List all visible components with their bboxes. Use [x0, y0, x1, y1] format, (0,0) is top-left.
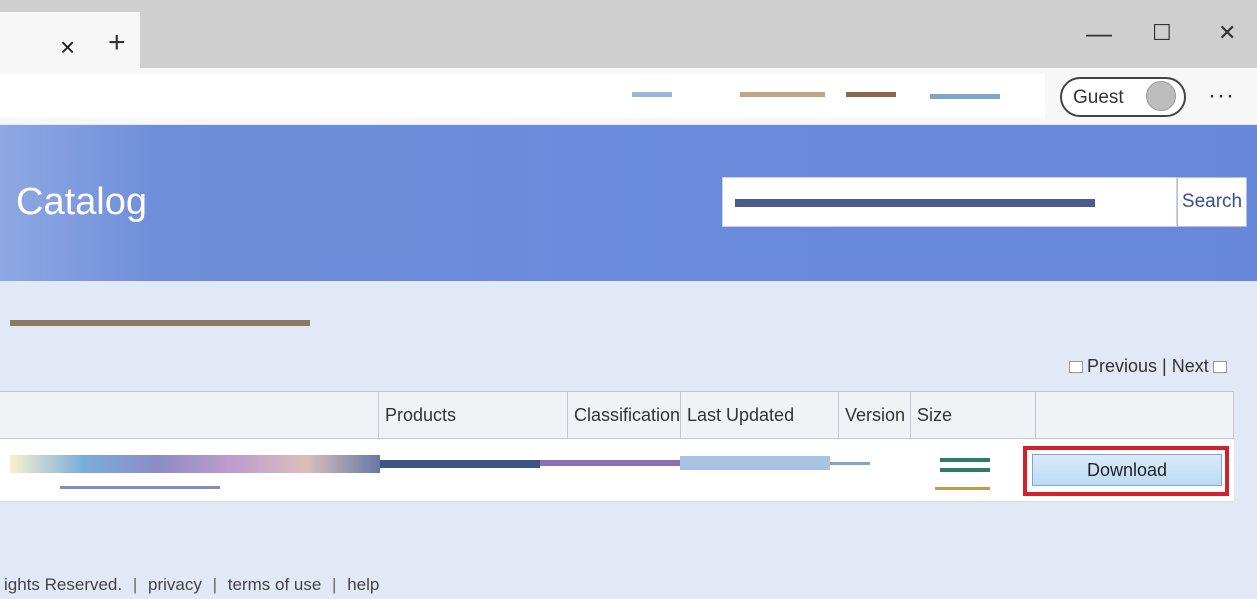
column-header-last-updated[interactable]: Last Updated: [680, 391, 838, 439]
redacted-text: [632, 92, 672, 97]
previous-arrow-icon[interactable]: [1069, 361, 1083, 374]
redacted-text: [680, 456, 830, 470]
column-header-title[interactable]: [0, 391, 378, 439]
column-header-version[interactable]: Version: [838, 391, 910, 439]
maximize-icon[interactable]: ☐: [1152, 22, 1172, 44]
new-tab-icon[interactable]: +: [108, 28, 126, 58]
column-header-size[interactable]: Size: [910, 391, 1035, 439]
next-arrow-icon[interactable]: [1212, 361, 1227, 374]
redacted-text: [10, 455, 380, 473]
avatar-icon: [1146, 81, 1176, 111]
download-button[interactable]: Download: [1032, 454, 1222, 486]
minimize-icon[interactable]: —: [1086, 20, 1112, 46]
footer-separator: |: [212, 575, 218, 594]
redacted-text: [740, 92, 825, 97]
redacted-text: [735, 199, 1095, 207]
privacy-link[interactable]: privacy: [148, 575, 202, 594]
column-header-classification[interactable]: Classification: [567, 391, 680, 439]
redacted-text: [940, 458, 990, 472]
redacted-text: [846, 92, 896, 97]
footer: ights Reserved. | privacy | terms of use…: [4, 575, 379, 595]
terms-of-use-link[interactable]: terms of use: [228, 575, 322, 594]
column-header-products[interactable]: Products: [378, 391, 567, 439]
redacted-text: [830, 462, 870, 465]
browser-title-bar: [0, 0, 1257, 68]
next-link[interactable]: Next: [1172, 356, 1209, 376]
pager: Previous | Next: [1065, 356, 1231, 377]
window-close-icon[interactable]: ✕: [1218, 22, 1236, 44]
redacted-text: [60, 486, 220, 489]
redacted-text: [935, 487, 990, 490]
tab-close-icon[interactable]: ×: [60, 34, 75, 60]
footer-rights: ights Reserved.: [4, 575, 123, 594]
profile-label: Guest: [1073, 87, 1124, 108]
page-title: Catalog: [16, 181, 147, 223]
help-link[interactable]: help: [347, 575, 379, 594]
pager-separator: |: [1162, 356, 1167, 376]
redacted-text: [540, 460, 680, 466]
column-header-action: [1035, 391, 1234, 439]
more-menu-icon[interactable]: ···: [1208, 82, 1235, 110]
redacted-text: [380, 460, 540, 468]
footer-separator: |: [132, 575, 138, 594]
footer-separator: |: [332, 575, 337, 594]
previous-link[interactable]: Previous: [1087, 356, 1157, 376]
redacted-text: [930, 94, 1000, 99]
search-button[interactable]: Search: [1177, 177, 1247, 227]
redacted-text: [10, 320, 310, 326]
